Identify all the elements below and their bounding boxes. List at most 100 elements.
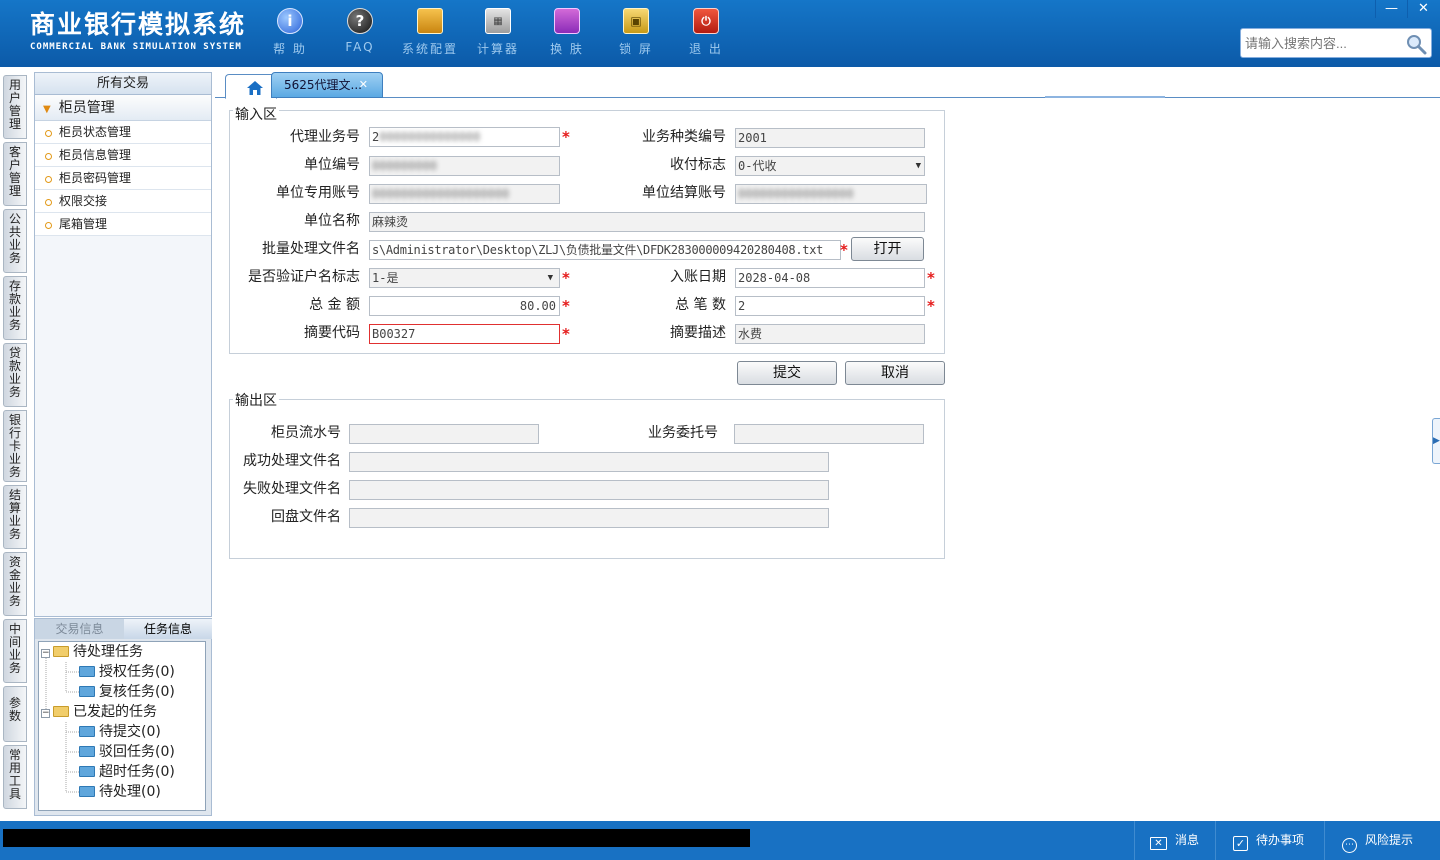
vtab-customer-management[interactable]: 客户管理 <box>3 142 27 206</box>
tree-node-timeout[interactable]: 超时任务(0) <box>79 762 175 782</box>
open-file-button[interactable]: 打开 <box>851 237 924 261</box>
content-tab-bar: 5625代理文... ✕ <box>215 70 1440 99</box>
vtab-deposit-business[interactable]: 存款业务 <box>3 276 27 340</box>
sidebar-group-teller-management[interactable]: ▼ 柜员管理 <box>35 95 211 121</box>
todo-label: 待办事项 <box>1256 833 1305 847</box>
window-minimize-button[interactable]: — <box>1375 0 1407 18</box>
vtab-common-tools[interactable]: 常用工具 <box>3 745 27 809</box>
close-icon[interactable]: ✕ <box>359 73 368 97</box>
help-button[interactable]: i 帮 助 <box>260 8 320 57</box>
teller-serial-label: 柜员流水号 <box>271 425 341 441</box>
post-date-label: 入账日期 <box>670 269 726 285</box>
skin-icon <box>554 8 580 34</box>
sidebar-item-teller-info[interactable]: 柜员信息管理 <box>35 144 211 167</box>
sidebar-item-teller-password[interactable]: 柜员密码管理 <box>35 167 211 190</box>
required-star: * <box>562 297 570 315</box>
lock-button[interactable]: ▣ 锁 屏 <box>606 8 666 57</box>
folder-icon <box>79 726 95 737</box>
vtab-settlement-business[interactable]: 结算业务 <box>3 485 27 549</box>
tree-node-to-process[interactable]: 待处理(0) <box>79 782 161 802</box>
total-amount-label: 总 金 额 <box>309 297 360 313</box>
exit-label: 退 出 <box>689 42 723 56</box>
vtab-intermediary-business[interactable]: 中间业务 <box>3 619 27 683</box>
vtab-public-business[interactable]: 公共业务 <box>3 209 27 273</box>
sidebar-item-teller-status[interactable]: 柜员状态管理 <box>35 121 211 144</box>
post-date-field[interactable]: 2028-04-08 <box>735 268 925 288</box>
search-input[interactable] <box>1241 29 1401 57</box>
fail-file-field[interactable] <box>349 480 829 500</box>
tree-node-pending-tasks[interactable]: − 待处理任务 <box>41 642 143 662</box>
tab-transaction-info[interactable]: 交易信息 <box>35 619 124 639</box>
skin-button[interactable]: 换 肤 <box>537 8 597 57</box>
summary-code-field[interactable]: B00327 <box>369 324 560 344</box>
sidebar-item-permission-handover[interactable]: 权限交接 <box>35 190 211 213</box>
faq-button[interactable]: ? FAQ <box>330 8 390 54</box>
success-file-field[interactable] <box>349 452 829 472</box>
vtab-card-business[interactable]: 银行卡业务 <box>3 410 27 482</box>
biz-type-no-field[interactable]: 2001 <box>735 128 925 148</box>
tree-node-rejected[interactable]: 驳回任务(0) <box>79 742 175 762</box>
message-button[interactable]: ✕ 消息 <box>1150 829 1199 851</box>
vtab-loan-business[interactable]: 贷款业务 <box>3 343 27 407</box>
collapse-icon[interactable]: − <box>41 709 50 718</box>
calculator-button[interactable]: ▦ 计算器 <box>468 8 528 57</box>
teller-serial-field[interactable] <box>349 424 539 444</box>
biz-type-no-label: 业务种类编号 <box>642 129 726 145</box>
pay-flag-select[interactable]: 0-代收 ▼ <box>735 156 925 176</box>
agent-no-field[interactable]: 200000000000000 <box>369 127 560 147</box>
total-count-field[interactable]: 2 <box>735 296 925 316</box>
search-box <box>1240 28 1432 58</box>
status-separator <box>1215 821 1216 860</box>
tree-node-to-submit[interactable]: 待提交(0) <box>79 722 161 742</box>
tab-home[interactable] <box>225 74 277 99</box>
submit-button[interactable]: 提交 <box>737 361 837 385</box>
transaction-sidebar: 所有交易 ▼ 柜员管理 柜员状态管理 柜员信息管理 柜员密码管理 权限交接 尾箱管… <box>34 72 212 617</box>
app-subtitle: COMMERCIAL BANK SIMULATION SYSTEM <box>30 42 242 52</box>
todo-button[interactable]: ✓ 待办事项 <box>1233 829 1304 851</box>
tree-node-initiated-tasks[interactable]: − 已发起的任务 <box>41 702 157 722</box>
verify-name-select[interactable]: 1-是 ▼ <box>369 268 560 288</box>
sidebar-item-tail-box[interactable]: 尾箱管理 <box>35 213 211 236</box>
settle-account-field[interactable]: 0000000000000000 <box>735 184 927 204</box>
window-close-button[interactable]: ✕ <box>1407 0 1439 18</box>
config-button[interactable]: 系统配置 <box>400 8 460 57</box>
unit-account-field[interactable]: 0000000000000000000 <box>369 184 560 204</box>
tab-task-info[interactable]: 任务信息 <box>124 619 212 639</box>
batch-file-field[interactable]: s\Administrator\Desktop\ZLJ\负债批量文件\DFDK2… <box>369 240 841 260</box>
unit-name-label: 单位名称 <box>304 213 360 229</box>
biz-entrust-no-field[interactable] <box>734 424 924 444</box>
settle-account-label: 单位结算账号 <box>642 185 726 201</box>
tab-label: 5625代理文... <box>284 78 362 92</box>
tab-5625-agent-file[interactable]: 5625代理文... ✕ <box>271 72 383 98</box>
exit-icon: ⏻ <box>693 8 719 34</box>
app-title: 商业银行模拟系统 <box>30 10 247 39</box>
dropdown-arrow-icon: ▼ <box>547 273 553 283</box>
unit-no-field[interactable]: 000000000 <box>369 156 560 176</box>
tree-node-auth-tasks[interactable]: 授权任务(0) <box>79 662 175 682</box>
required-star: * <box>562 269 570 287</box>
vtab-user-management[interactable]: 用户管理 <box>3 75 27 139</box>
brand: 商业银行模拟系统 COMMERCIAL BANK SIMULATION SYST… <box>30 10 246 52</box>
cancel-button[interactable]: 取消 <box>845 361 945 385</box>
total-amount-field[interactable]: 80.00 <box>369 296 560 316</box>
collapse-icon[interactable]: − <box>41 649 50 658</box>
unit-name-field[interactable]: 麻辣烫 <box>369 212 925 232</box>
expand-right-panel-button[interactable]: ▶ <box>1432 418 1440 464</box>
folder-icon <box>79 746 95 757</box>
risk-button[interactable]: ⋯ 风险提示 <box>1342 829 1413 853</box>
required-star: * <box>562 325 570 343</box>
vtab-parameters[interactable]: 参数 <box>3 686 27 742</box>
message-label: 消息 <box>1175 833 1200 847</box>
envelope-icon: ✕ <box>1150 837 1167 850</box>
tree-node-review-tasks[interactable]: 复核任务(0) <box>79 682 175 702</box>
search-icon[interactable] <box>1405 33 1427 55</box>
exit-button[interactable]: ⏻ 退 出 <box>676 8 736 57</box>
app-header: 商业银行模拟系统 COMMERCIAL BANK SIMULATION SYST… <box>0 0 1440 67</box>
batch-file-label: 批量处理文件名 <box>262 241 360 257</box>
reply-file-field[interactable] <box>349 508 829 528</box>
module-tabs: 用户管理 客户管理 公共业务 存款业务 贷款业务 银行卡业务 结算业务 资金业务… <box>0 67 30 820</box>
summary-desc-field[interactable]: 水费 <box>735 324 925 344</box>
speech-bubble-icon: ⋯ <box>1342 838 1357 853</box>
vtab-fund-business[interactable]: 资金业务 <box>3 552 27 616</box>
sidebar-header[interactable]: 所有交易 <box>35 73 211 95</box>
